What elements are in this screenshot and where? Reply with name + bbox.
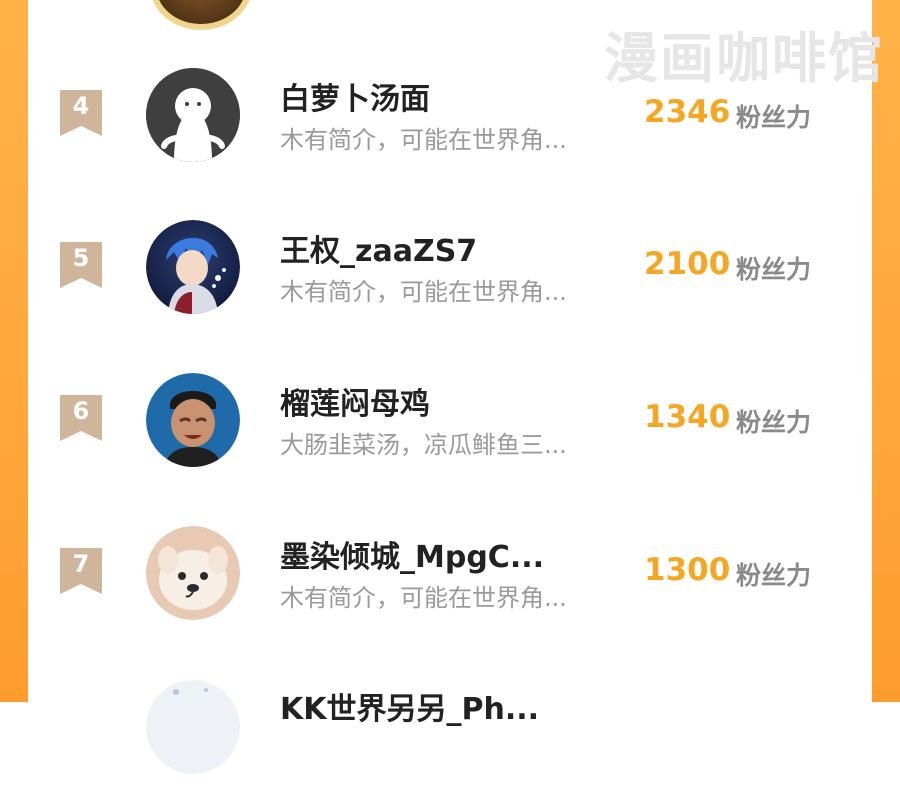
rank-number: 4 bbox=[72, 92, 90, 120]
fan-power-label: 粉丝力 bbox=[736, 561, 812, 590]
user-name[interactable]: 王权_zaaZS7 bbox=[280, 226, 477, 270]
fan-power-label: 粉丝力 bbox=[736, 103, 812, 132]
rank-number: 7 bbox=[72, 550, 90, 578]
default-ghost-avatar-icon bbox=[146, 68, 240, 162]
snow-avatar bbox=[146, 680, 240, 774]
avatar[interactable] bbox=[146, 373, 240, 467]
rank-badge: 4 bbox=[60, 90, 102, 136]
rank-number: 6 bbox=[72, 397, 90, 425]
right-orange-border bbox=[872, 0, 900, 702]
avatar[interactable] bbox=[146, 68, 240, 162]
left-orange-border bbox=[0, 0, 28, 702]
fan-power-label: 粉丝力 bbox=[736, 255, 812, 284]
user-name[interactable]: 榴莲闷母鸡 bbox=[280, 379, 430, 423]
avatar[interactable] bbox=[146, 680, 240, 774]
fan-power-score: 2100 bbox=[644, 246, 731, 282]
user-name[interactable]: 白萝卜汤面 bbox=[280, 74, 430, 118]
fan-power-score: 1340 bbox=[644, 399, 731, 435]
fan-power-score: 1300 bbox=[644, 552, 731, 588]
fan-power-score: 2346 bbox=[644, 94, 731, 130]
ranking-row-8-partial[interactable]: KK世界另另_Ph... bbox=[28, 680, 872, 800]
user-bio: 木有简介，可能在世界角... bbox=[280, 278, 567, 306]
rank-badge: 5 bbox=[60, 242, 102, 288]
avatar[interactable] bbox=[146, 220, 240, 314]
rank-number: 5 bbox=[72, 244, 90, 272]
crying-man-avatar bbox=[146, 373, 240, 467]
user-name[interactable]: 墨染倾城_MpgC... bbox=[280, 532, 544, 576]
user-bio: 木有简介，可能在世界角... bbox=[280, 126, 567, 154]
ranking-row-7[interactable]: 7 墨染倾城_MpgC... 木有简介，可能在世界角... 1300 粉丝力 bbox=[28, 526, 872, 646]
rank-badge: 6 bbox=[60, 395, 102, 441]
user-bio: 木有简介，可能在世界角... bbox=[280, 584, 567, 612]
ranking-row-5[interactable]: 5 王权_zaaZS7 木有简介，可能在世界角... 2100 粉丝力 bbox=[28, 220, 872, 340]
puppy-avatar bbox=[146, 526, 240, 620]
user-bio: 大肠韭菜汤，凉瓜鲱鱼三... bbox=[280, 431, 567, 459]
fan-power-label: 粉丝力 bbox=[736, 408, 812, 437]
avatar[interactable] bbox=[146, 526, 240, 620]
user-name[interactable]: KK世界另另_Ph... bbox=[280, 684, 539, 728]
rank-badge: 7 bbox=[60, 548, 102, 594]
ranking-row-4[interactable]: 4 白萝卜汤面 木有简介，可能在世界角... 2346 粉丝力 bbox=[28, 68, 872, 188]
ranking-row-6[interactable]: 6 榴莲闷母鸡 大肠韭菜汤，凉瓜鲱鱼三... 1340 粉丝力 bbox=[28, 373, 872, 493]
anime-boy-avatar bbox=[146, 220, 240, 314]
